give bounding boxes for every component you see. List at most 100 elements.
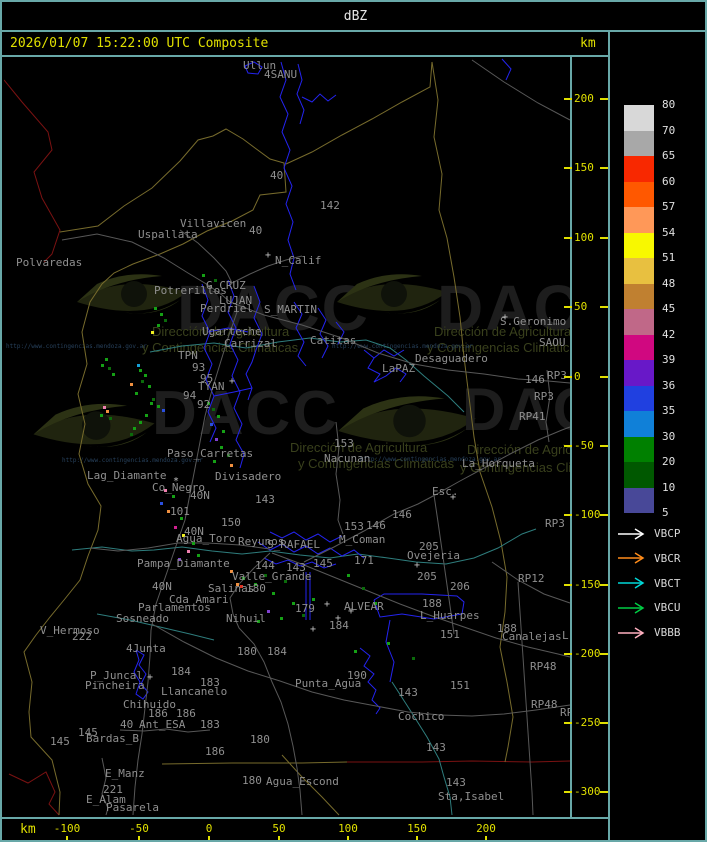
radar-echo bbox=[139, 369, 142, 372]
radar-echo bbox=[139, 421, 142, 424]
radar-echo bbox=[362, 587, 365, 590]
scale-boundary-label: 45 bbox=[662, 302, 676, 315]
legend-label: VBCT bbox=[654, 576, 681, 590]
eye-pupil bbox=[121, 281, 147, 307]
map-path-river bbox=[301, 93, 337, 103]
radar-echo bbox=[144, 374, 147, 377]
axis-tick bbox=[600, 167, 608, 169]
map-label: La_Horqueta bbox=[462, 457, 535, 470]
map-label: 180 bbox=[246, 582, 266, 595]
scale-band bbox=[624, 385, 654, 411]
map-label: L_Huarpes bbox=[420, 609, 480, 622]
scale-band bbox=[624, 360, 654, 386]
axis-tick-label: -50 bbox=[129, 822, 149, 835]
map-label: 180 bbox=[250, 733, 270, 746]
vbct-arrow-icon bbox=[618, 577, 645, 589]
map-label: 151 bbox=[440, 628, 460, 641]
radar-echo bbox=[230, 464, 233, 467]
map-label: Sta,Isabel bbox=[438, 790, 504, 803]
map-label: 143 bbox=[426, 741, 446, 754]
radar-echo bbox=[202, 274, 205, 277]
axis-tick bbox=[600, 514, 608, 516]
axis-tick-label: 150 bbox=[574, 161, 594, 174]
legend-item: VBBB bbox=[618, 626, 681, 639]
map-label: 153 bbox=[344, 520, 364, 533]
map-path-intl bbox=[347, 760, 571, 763]
scale-boundary-label: 80 bbox=[662, 98, 676, 111]
map-marker: + bbox=[229, 376, 235, 387]
map-label: Uspallata bbox=[138, 228, 198, 241]
axis-tick bbox=[138, 836, 140, 840]
map-path-river bbox=[501, 58, 512, 81]
map-label: Pincheira bbox=[85, 679, 145, 692]
radar-echo bbox=[213, 460, 216, 463]
axis-tick bbox=[485, 836, 487, 840]
map-label: 179 bbox=[295, 602, 315, 615]
radar-echo bbox=[108, 367, 111, 370]
scale-boundary-label: 35 bbox=[662, 404, 676, 417]
radar-echo bbox=[212, 408, 215, 411]
radar-echo bbox=[133, 427, 136, 430]
map-label: 40 bbox=[270, 169, 283, 182]
axis-tick-label: -50 bbox=[574, 439, 594, 452]
map-label: 205 bbox=[417, 570, 437, 583]
radar-echo bbox=[162, 409, 165, 412]
scale-band bbox=[624, 181, 654, 207]
radar-echo bbox=[137, 364, 140, 367]
window-title: dBZ bbox=[343, 8, 368, 24]
axis-tick bbox=[600, 306, 608, 308]
radar-echo bbox=[152, 398, 155, 401]
map-label: TYAN bbox=[198, 380, 225, 393]
legend-label: VBCR bbox=[654, 551, 681, 565]
map-path-border bbox=[161, 761, 348, 765]
axis-tick bbox=[564, 445, 572, 447]
map-marker: + bbox=[147, 672, 153, 683]
map-label: 184 bbox=[171, 665, 191, 678]
scale-band bbox=[624, 258, 654, 284]
map-label: Pampa_Diamante bbox=[137, 557, 230, 570]
radar-echo bbox=[112, 373, 115, 376]
map-label: Nihuil bbox=[226, 612, 266, 625]
axis-tick-label: -300 bbox=[574, 785, 601, 798]
map-label: 190 bbox=[347, 669, 367, 682]
axis-tick bbox=[600, 791, 608, 793]
axis-tick bbox=[564, 306, 572, 308]
radar-echo bbox=[164, 319, 167, 322]
map-label: 146 bbox=[525, 373, 545, 386]
radar-echo bbox=[130, 383, 133, 386]
radar-echo bbox=[145, 414, 148, 417]
radar-echo bbox=[151, 331, 154, 334]
watermark-eye-logo bbox=[33, 403, 155, 448]
scale-boundary-label: 48 bbox=[662, 276, 676, 290]
legend-item: VBCT bbox=[618, 577, 681, 590]
map-marker: + bbox=[335, 613, 341, 624]
eye-pupil bbox=[381, 281, 407, 307]
axis-tick-label: -150 bbox=[574, 578, 601, 591]
watermark-url: http://www.contingencias.mendoza.gov.ar bbox=[6, 343, 147, 350]
map-label: 183 bbox=[200, 718, 220, 731]
axis-tick-label: 50 bbox=[574, 300, 588, 313]
radar-echo bbox=[160, 502, 163, 505]
axis-tick bbox=[564, 514, 572, 516]
map-label: RP48 bbox=[530, 660, 557, 673]
scale-boundary-label: 57 bbox=[662, 200, 676, 213]
title-bar: dBZ bbox=[2, 2, 705, 30]
radar-echo bbox=[172, 495, 175, 498]
axis-tick bbox=[564, 237, 572, 239]
map-label: Polvaredas bbox=[16, 256, 82, 269]
radar-echo bbox=[215, 438, 218, 441]
radar-echo bbox=[148, 385, 151, 388]
axis-tick bbox=[564, 722, 572, 724]
axis-tick-label: -100 bbox=[53, 822, 81, 835]
axis-tick bbox=[600, 653, 608, 655]
scale-band bbox=[624, 130, 654, 156]
radar-echo bbox=[150, 402, 153, 405]
map-label: Cochico bbox=[398, 710, 444, 723]
axis-tick-label: 0 bbox=[205, 822, 213, 835]
map-label: Desaguadero bbox=[415, 352, 488, 365]
radar-echo bbox=[412, 657, 415, 660]
map-label: 143 bbox=[398, 686, 418, 699]
scale-boundary-label: 5 bbox=[662, 506, 669, 519]
map-label: G_CRUZ bbox=[206, 279, 246, 292]
map-path-road bbox=[471, 59, 571, 121]
